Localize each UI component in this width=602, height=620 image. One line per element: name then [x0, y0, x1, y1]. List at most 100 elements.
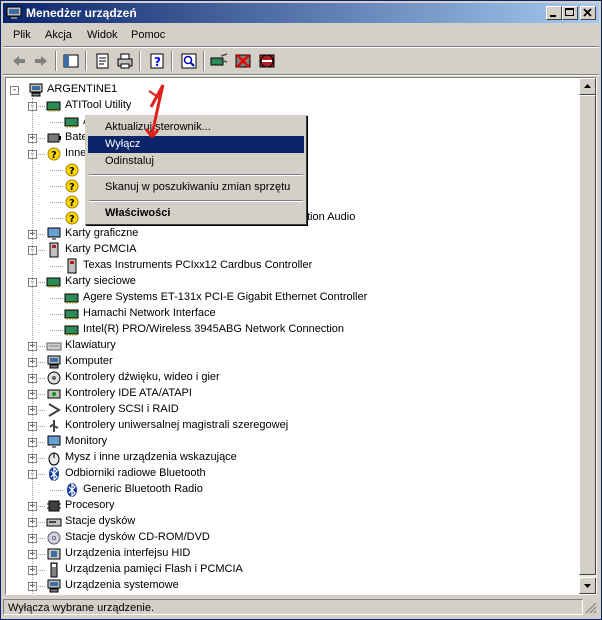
svg-text:?: ? — [69, 182, 75, 193]
tree-device-bt-radio[interactable]: Generic Bluetooth Radio — [6, 482, 576, 498]
menu-widok[interactable]: Widok — [87, 29, 118, 41]
network-card-icon — [64, 325, 79, 336]
scroll-up-button[interactable] — [579, 78, 596, 95]
ctx-scan-hardware[interactable]: Skanuj w poszukiwaniu zmian sprzętu — [88, 179, 304, 196]
menu-akcja[interactable]: Akcja — [45, 29, 72, 41]
forward-icon[interactable] — [31, 51, 51, 71]
scroll-up-icon — [584, 84, 591, 88]
tree-item-label: Karty sieciowe — [65, 275, 136, 287]
processor-icon — [47, 500, 61, 512]
keyboard-icon — [46, 342, 62, 351]
battery-icon — [47, 133, 61, 143]
close-icon — [583, 8, 592, 17]
tree-item-label: Kontrolery dźwięku, wideo i gier — [65, 371, 220, 383]
tree-connector — [50, 330, 63, 331]
tree-cat-stacje-dyskow[interactable]: + Stacje dysków — [6, 514, 576, 530]
close-button[interactable] — [580, 6, 596, 20]
svg-text:?: ? — [69, 214, 75, 225]
back-icon[interactable] — [9, 51, 29, 71]
ctx-properties[interactable]: Właściwości — [88, 205, 304, 222]
print-icon[interactable] — [115, 51, 135, 71]
tree-cat-karty-pcmcia[interactable]: - Karty PCMCIA — [6, 242, 576, 258]
tree-connector — [50, 122, 63, 123]
tree-cat-procesory[interactable]: + Procesory — [6, 498, 576, 514]
help-icon[interactable]: ? — [147, 51, 167, 71]
ide-controller-icon — [47, 389, 61, 399]
scroll-thumb[interactable] — [579, 95, 596, 575]
disk-drive-icon — [46, 518, 62, 527]
toolbar-separator — [139, 51, 141, 71]
svg-text:?: ? — [69, 198, 75, 209]
collapse-icon[interactable]: - — [10, 86, 19, 95]
tree-item-label: Klawiatury — [65, 339, 116, 351]
pcmcia-card-icon — [67, 258, 77, 274]
tree-root[interactable]: - ARGENTINE1 — [6, 82, 576, 98]
tree-cat-mysz[interactable]: + Mysz i inne urządzenia wskazujące — [6, 450, 576, 466]
tree-connector — [50, 170, 63, 171]
title-bar[interactable]: Menedżer urządzeń — [3, 3, 599, 23]
disable-device-icon[interactable] — [233, 51, 253, 71]
tree-cat-bluetooth[interactable]: - Odbiorniki radiowe Bluetooth — [6, 466, 576, 482]
maximize-button[interactable] — [562, 6, 578, 20]
tree-item-label: ARGENTINE1 — [47, 83, 118, 95]
tree-cat-scsi[interactable]: + Kontrolery SCSI i RAID — [6, 402, 576, 418]
tree-device-intel-wireless[interactable]: Intel(R) PRO/Wireless 3945ABG Network Co… — [6, 322, 576, 338]
svg-text:?: ? — [51, 150, 57, 161]
network-card-icon — [46, 101, 61, 112]
tree-connector — [50, 314, 63, 315]
uninstall-device-icon[interactable] — [257, 51, 277, 71]
tree-cat-atitool[interactable]: - ATITool Utility — [6, 98, 576, 114]
toolbar-separator — [171, 51, 173, 71]
menu-bar: Plik Akcja Widok Pomoc — [3, 25, 599, 45]
tree-item-label: Odbiorniki radiowe Bluetooth — [65, 467, 206, 479]
tree-device-agere[interactable]: Agere Systems ET-131x PCI-E Gigabit Ethe… — [6, 290, 576, 306]
tree-connector — [50, 490, 63, 491]
tree-connector — [50, 186, 63, 187]
tree-cat-dzwiek[interactable]: + Kontrolery dźwięku, wideo i gier — [6, 370, 576, 386]
unknown-device-icon: ? — [65, 179, 79, 193]
tree-cat-monitory[interactable]: + Monitory — [6, 434, 576, 450]
minimize-button[interactable] — [546, 6, 562, 20]
tree-cat-karty-graficzne[interactable]: + Karty graficzne — [6, 226, 576, 242]
ctx-update-driver[interactable]: Aktualizuj sterownik... — [88, 119, 304, 136]
scroll-down-button[interactable] — [579, 577, 596, 594]
menu-pomoc[interactable]: Pomoc — [131, 29, 165, 41]
tree-cat-flash[interactable]: + Urządzenia pamięci Flash i PCMCIA — [6, 562, 576, 578]
properties-icon[interactable] — [93, 51, 113, 71]
ctx-disable[interactable]: Wyłącz — [88, 136, 304, 153]
computer-icon — [47, 355, 61, 369]
resize-grip-icon[interactable] — [584, 601, 597, 614]
cdrom-icon — [47, 531, 61, 545]
tree-cat-usb[interactable]: + Kontrolery uniwersalnej magistrali szer… — [6, 418, 576, 434]
scroll-down-icon — [584, 584, 591, 588]
menu-plik[interactable]: Plik — [13, 29, 31, 41]
tree-cat-woluminy[interactable]: +Woluminy — [6, 594, 576, 595]
tree-cat-komputer[interactable]: + Komputer — [6, 354, 576, 370]
tree-device-hamachi[interactable]: Hamachi Network Interface — [6, 306, 576, 322]
tree-item-label: Kontrolery SCSI i RAID — [65, 403, 179, 415]
tree-device-ti-cardbus[interactable]: Texas Instruments PCIxx12 Cardbus Contro… — [6, 258, 576, 274]
console-tree-icon[interactable] — [61, 51, 81, 71]
toolbar: ? — [3, 48, 599, 74]
volume-icon — [46, 594, 62, 595]
toolbar-separator — [55, 51, 57, 71]
network-card-icon — [46, 277, 61, 288]
tree-cat-karty-sieciowe[interactable]: - Karty sieciowe — [6, 274, 576, 290]
computer-icon — [47, 579, 61, 593]
tree-item-label: Agere Systems ET-131x PCI-E Gigabit Ethe… — [83, 291, 368, 303]
update-driver-icon[interactable] — [209, 51, 229, 71]
tree-cat-hid[interactable]: + Urządzenia interfejsu HID — [6, 546, 576, 562]
ctx-uninstall[interactable]: Odinstaluj — [88, 153, 304, 170]
unknown-device-icon: ? — [65, 195, 79, 209]
tree-item-label: Generic Bluetooth Radio — [83, 483, 203, 495]
tree-cat-systemowe[interactable]: + Urządzenia systemowe — [6, 578, 576, 594]
maximize-icon — [565, 8, 574, 16]
scan-hardware-icon[interactable] — [179, 51, 199, 71]
tree-cat-ide[interactable]: + Kontrolery IDE ATA/ATAPI — [6, 386, 576, 402]
tree-cat-cdrom[interactable]: + Stacje dysków CD-ROM/DVD — [6, 530, 576, 546]
vertical-scrollbar[interactable] — [579, 78, 596, 594]
status-pane: Wyłącza wybrane urządzenie. — [3, 599, 583, 615]
tree-item-label: Urządzenia interfejsu HID — [65, 547, 191, 559]
tree-cat-klawiatury[interactable]: + Klawiatury — [6, 338, 576, 354]
display-icon — [47, 227, 61, 240]
